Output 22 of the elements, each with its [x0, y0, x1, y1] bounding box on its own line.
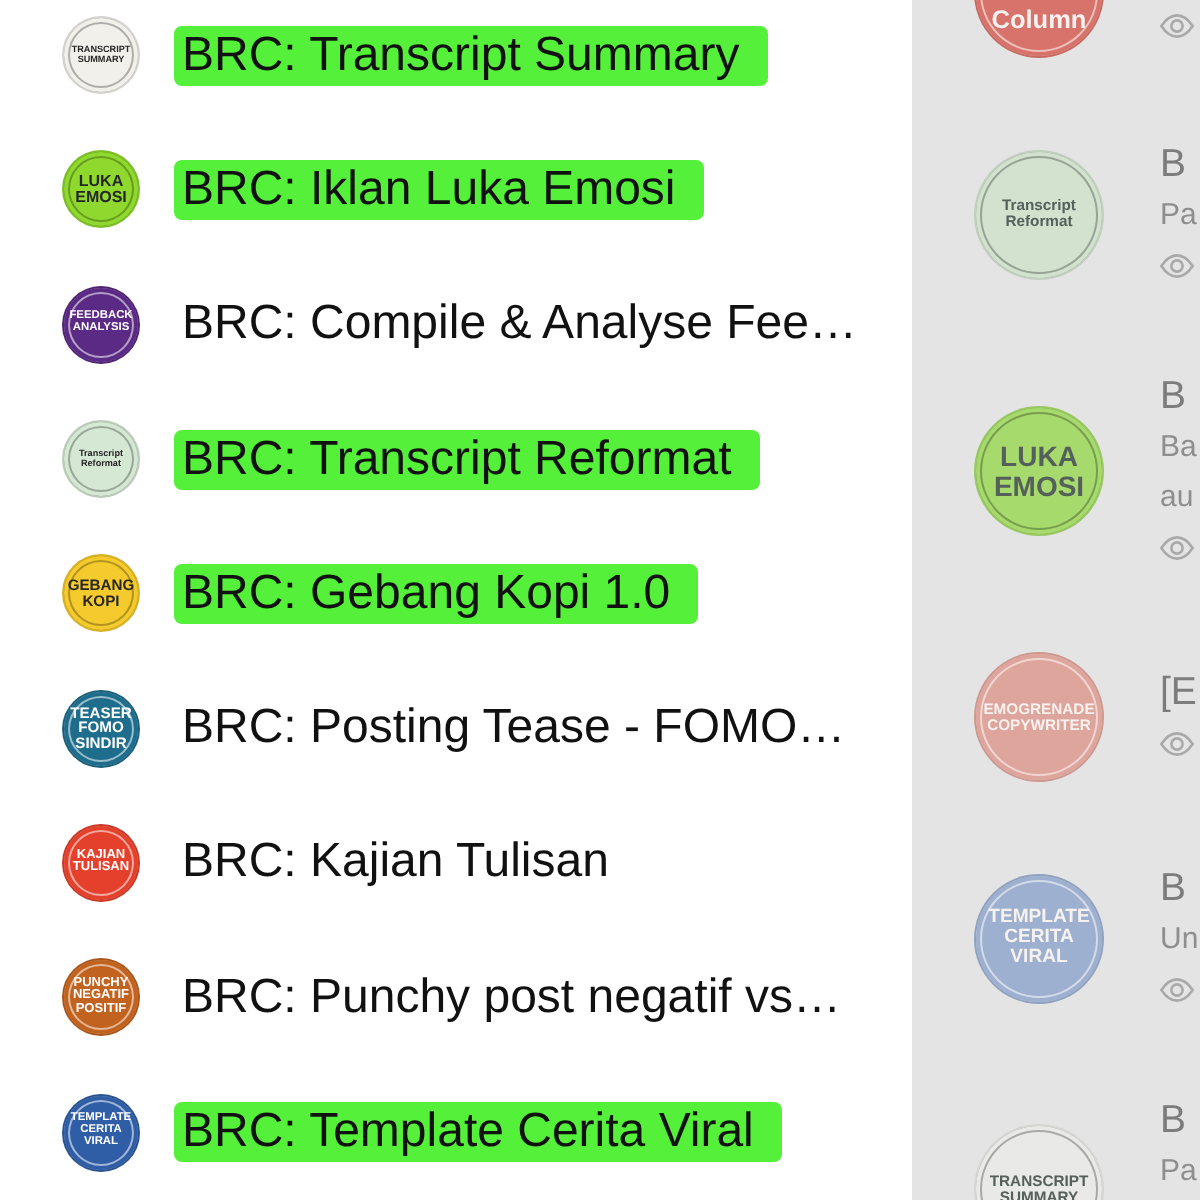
- gpt-name[interactable]: BRC: Transcript Summary: [174, 25, 768, 86]
- gpt-name[interactable]: BRC: Punchy post negatif vs…: [174, 967, 869, 1028]
- gpt-title: [E: [1160, 668, 1197, 718]
- gpt-description: Pa: [1160, 196, 1197, 236]
- gpt-logo: LUKA EMOSI: [974, 406, 1104, 536]
- gpt-description: Pa: [1160, 1152, 1197, 1192]
- gpt-logo: TEMPLATE CERITA VIRAL: [974, 873, 1104, 1003]
- gpt-logo: LUKA EMOSI: [62, 150, 140, 229]
- gpt-name[interactable]: BRC: Gebang Kopi 1.0: [174, 563, 699, 624]
- gpt-name[interactable]: BRC: Compile & Analyse Fee…: [174, 294, 885, 355]
- gpt-name[interactable]: BRC: Kajian Tulisan: [174, 832, 637, 893]
- gpt-title: B: [1160, 864, 1187, 914]
- gpt-title: B: [1160, 1096, 1187, 1146]
- gpt-name[interactable]: BRC: Posting Tease - FOMO…: [174, 698, 874, 759]
- gpt-name[interactable]: BRC: Transcript Reformat: [174, 429, 760, 490]
- gpt-title: B: [1160, 140, 1187, 190]
- gpt-name[interactable]: BRC: Iklan Luka Emosi: [174, 159, 704, 220]
- gpt-description: Un: [1160, 920, 1199, 960]
- gpt-description: Ba au: [1160, 428, 1197, 518]
- gpt-logo: Column: [974, 0, 1104, 58]
- gpt-name[interactable]: BRC: Template Cerita Viral: [174, 1102, 782, 1163]
- gpt-title: B: [1160, 372, 1187, 422]
